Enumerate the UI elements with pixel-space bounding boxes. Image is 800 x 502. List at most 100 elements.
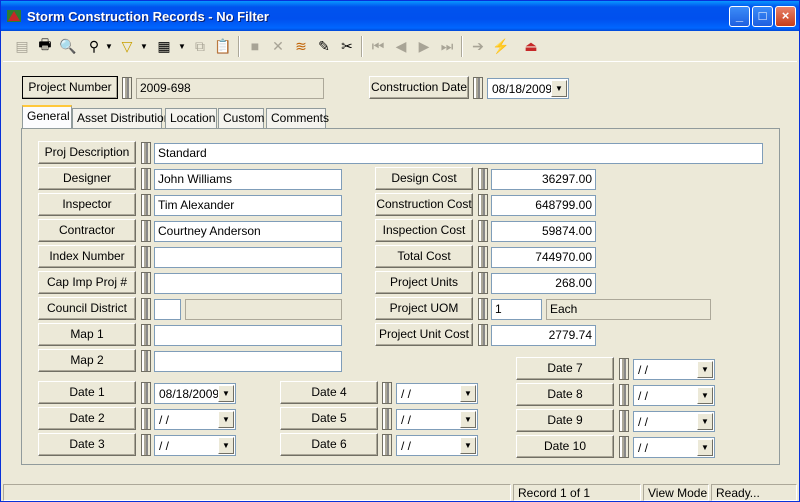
tab-comments[interactable]: Comments (266, 108, 329, 128)
find-dropdown-icon[interactable]: ▼ (105, 42, 113, 51)
date6-combo[interactable]: / / ▼ (396, 435, 478, 456)
filter-dropdown-icon[interactable]: ▼ (140, 42, 148, 51)
date7-button[interactable]: Date 7 (516, 357, 614, 380)
index-number-field[interactable] (154, 247, 342, 268)
date5-combo[interactable]: / / ▼ (396, 409, 478, 430)
contractor-field[interactable]: Courtney Anderson (154, 221, 342, 242)
chevron-down-icon[interactable]: ▼ (460, 411, 476, 428)
date10-button[interactable]: Date 10 (516, 435, 614, 458)
date1-grip[interactable] (141, 382, 151, 404)
project-units-grip[interactable] (478, 272, 488, 294)
designer-field[interactable]: John Williams (154, 169, 342, 190)
date7-combo[interactable]: / / ▼ (633, 359, 715, 380)
date6-grip[interactable] (382, 434, 392, 456)
designer-button[interactable]: Designer (38, 167, 136, 190)
title-bar[interactable]: Storm Construction Records - No Filter _… (1, 1, 799, 31)
date3-combo[interactable]: / / ▼ (154, 435, 236, 456)
cap-imp-proj-field[interactable] (154, 273, 342, 294)
print-icon[interactable]: 🖶 (34, 35, 56, 57)
date8-button[interactable]: Date 8 (516, 383, 614, 406)
delete-icon[interactable]: ✕ (267, 35, 289, 57)
index-number-grip[interactable] (141, 246, 151, 268)
project-units-field[interactable]: 268.00 (491, 273, 596, 294)
edit-icon[interactable]: ✎ (313, 35, 335, 57)
council-district-grip[interactable] (141, 298, 151, 320)
date3-button[interactable]: Date 3 (38, 433, 136, 456)
date10-combo[interactable]: / / ▼ (633, 437, 715, 458)
add-icon[interactable]: ≋ (290, 35, 312, 57)
project-uom-grip[interactable] (478, 298, 488, 320)
date10-grip[interactable] (619, 436, 629, 458)
date8-grip[interactable] (619, 384, 629, 406)
chevron-down-icon[interactable]: ▼ (460, 437, 476, 454)
find-icon[interactable]: ⚲ (83, 35, 105, 57)
inspection-cost-field[interactable]: 59874.00 (491, 221, 596, 242)
cap-imp-proj-button[interactable]: Cap Imp Proj # (38, 271, 136, 294)
map2-button[interactable]: Map 2 (38, 349, 136, 372)
project-uom-field[interactable]: 1 (491, 299, 542, 320)
date3-grip[interactable] (141, 434, 151, 456)
cap-imp-proj-grip[interactable] (141, 272, 151, 294)
date4-combo[interactable]: / / ▼ (396, 383, 478, 404)
chevron-down-icon[interactable]: ▼ (460, 385, 476, 402)
report-dropdown-icon[interactable]: ▼ (178, 42, 186, 51)
next-record-icon[interactable]: ▶ (413, 35, 435, 57)
tab-general[interactable]: General (22, 105, 72, 128)
date1-button[interactable]: Date 1 (38, 381, 136, 404)
date2-grip[interactable] (141, 408, 151, 430)
map2-field[interactable] (154, 351, 342, 372)
chevron-down-icon[interactable]: ▼ (697, 387, 713, 404)
council-district-button[interactable]: Council District (38, 297, 136, 320)
inspector-grip[interactable] (141, 194, 151, 216)
date2-combo[interactable]: / / ▼ (154, 409, 236, 430)
first-record-icon[interactable]: ⏮ (367, 35, 389, 57)
date1-combo[interactable]: 08/18/2009 ▼ (154, 383, 236, 404)
tab-location[interactable]: Location (165, 108, 217, 128)
date6-button[interactable]: Date 6 (280, 433, 378, 456)
date5-grip[interactable] (382, 408, 392, 430)
date4-button[interactable]: Date 4 (280, 381, 378, 404)
construction-cost-grip[interactable] (478, 194, 488, 216)
construction-cost-button[interactable]: Construction Cost (375, 193, 473, 216)
chevron-down-icon[interactable]: ▼ (218, 437, 234, 454)
total-cost-button[interactable]: Total Cost (375, 245, 473, 268)
copy-icon[interactable]: ⧉ (189, 35, 211, 57)
total-cost-grip[interactable] (478, 246, 488, 268)
project-number-field[interactable]: 2009-698 (136, 78, 324, 99)
index-number-button[interactable]: Index Number (38, 245, 136, 268)
cut-icon[interactable]: ✂ (336, 35, 358, 57)
chevron-down-icon[interactable]: ▼ (218, 411, 234, 428)
date9-combo[interactable]: / / ▼ (633, 411, 715, 432)
date2-button[interactable]: Date 2 (38, 407, 136, 430)
design-cost-button[interactable]: Design Cost (375, 167, 473, 190)
project-unit-cost-field[interactable]: 2779.74 (491, 325, 596, 346)
tab-asset-distribution[interactable]: Asset Distribution (72, 108, 170, 128)
map1-grip[interactable] (141, 324, 151, 346)
project-units-button[interactable]: Project Units (375, 271, 473, 294)
date9-grip[interactable] (619, 410, 629, 432)
inspection-cost-grip[interactable] (478, 220, 488, 242)
contractor-button[interactable]: Contractor (38, 219, 136, 242)
refresh-icon[interactable]: ⚡ (490, 35, 512, 57)
maximize-button[interactable]: □ (752, 6, 773, 27)
design-cost-grip[interactable] (478, 168, 488, 190)
project-number-button[interactable]: Project Number (22, 76, 118, 99)
date5-button[interactable]: Date 5 (280, 407, 378, 430)
project-unit-cost-grip[interactable] (478, 324, 488, 346)
inspector-field[interactable]: Tim Alexander (154, 195, 342, 216)
goto-icon[interactable]: ➔ (467, 35, 489, 57)
chevron-down-icon[interactable]: ▼ (551, 80, 567, 97)
council-district-field[interactable] (154, 299, 181, 320)
construction-cost-field[interactable]: 648799.00 (491, 195, 596, 216)
construction-date-grip[interactable] (473, 77, 483, 99)
construction-date-button[interactable]: Construction Date (369, 76, 469, 99)
project-unit-cost-button[interactable]: Project Unit Cost (375, 323, 473, 346)
project-uom-button[interactable]: Project UOM (375, 297, 473, 320)
proj-description-field[interactable]: Standard (154, 143, 763, 164)
date8-combo[interactable]: / / ▼ (633, 385, 715, 406)
last-record-icon[interactable]: ⏭ (436, 35, 458, 57)
designer-grip[interactable] (141, 168, 151, 190)
date9-button[interactable]: Date 9 (516, 409, 614, 432)
construction-date-combo[interactable]: 08/18/2009 ▼ (487, 78, 569, 99)
chevron-down-icon[interactable]: ▼ (697, 361, 713, 378)
